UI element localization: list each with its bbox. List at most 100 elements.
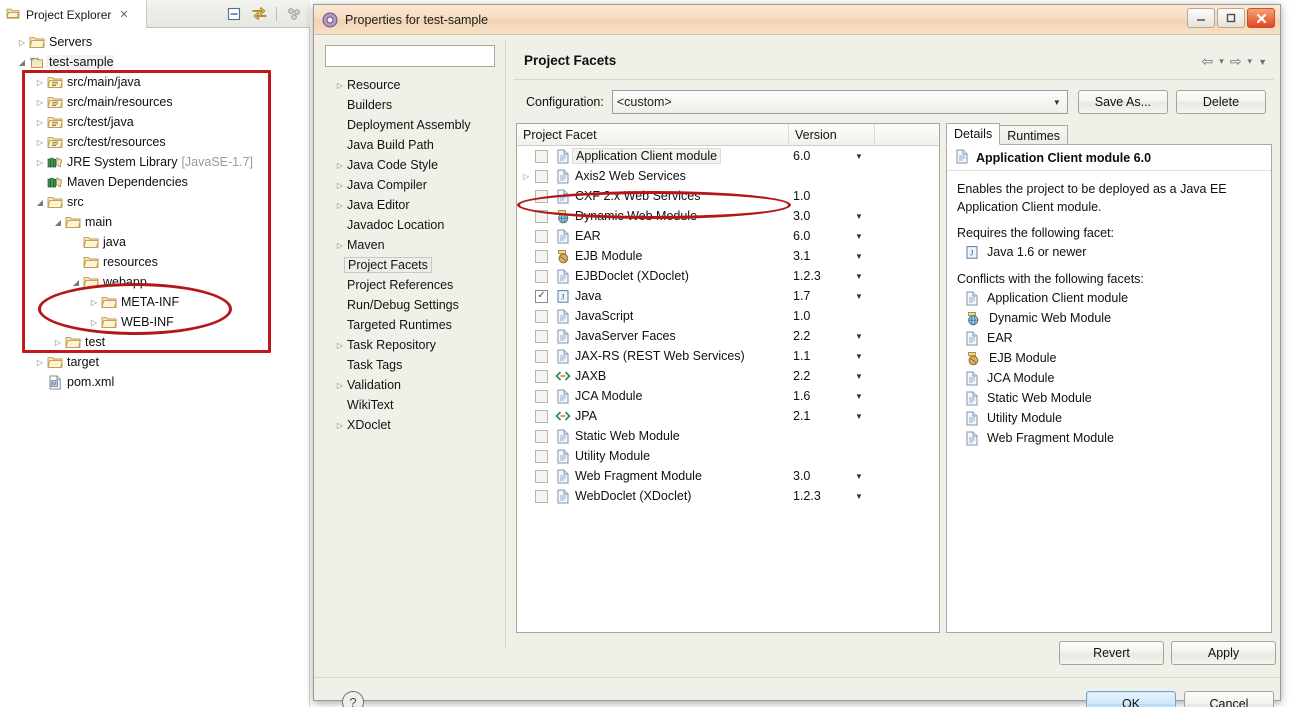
page-menu-icon[interactable]: ▼ bbox=[1257, 57, 1268, 67]
expand-arrow-icon[interactable]: ▷ bbox=[333, 161, 347, 170]
minimize-button[interactable] bbox=[1187, 8, 1215, 28]
facet-checkbox[interactable] bbox=[535, 190, 548, 203]
facet-row[interactable]: JAXB2.2▼ bbox=[517, 366, 939, 386]
revert-button[interactable]: Revert bbox=[1059, 641, 1164, 665]
facet-row[interactable]: EJBDoclet (XDoclet)1.2.3▼ bbox=[517, 266, 939, 286]
forward-dropdown-icon[interactable]: ▾ bbox=[1247, 56, 1254, 67]
settings-nav-item-run-debug-settings[interactable]: Run/Debug Settings bbox=[321, 295, 506, 315]
version-dropdown-icon[interactable]: ▼ bbox=[855, 212, 863, 221]
facet-checkbox[interactable] bbox=[535, 450, 548, 463]
tree-item-src-test-resources[interactable]: ▷src/test/resources bbox=[0, 132, 310, 152]
expand-arrow-icon[interactable]: ▷ bbox=[34, 92, 46, 112]
tree-item-jre-system-library[interactable]: ▷JRE System Library[JavaSE-1.7] bbox=[0, 152, 310, 172]
facet-row[interactable]: JCA Module1.6▼ bbox=[517, 386, 939, 406]
expand-arrow-icon[interactable]: ▷ bbox=[333, 421, 347, 430]
facet-row[interactable]: CXF 2.x Web Services1.0 bbox=[517, 186, 939, 206]
facet-checkbox[interactable] bbox=[535, 170, 548, 183]
tree-item-target[interactable]: ▷target bbox=[0, 352, 310, 372]
version-dropdown-icon[interactable]: ▼ bbox=[855, 372, 863, 381]
settings-nav-item-resource[interactable]: ▷Resource bbox=[321, 75, 506, 95]
expand-arrow-icon[interactable]: ▷ bbox=[333, 81, 347, 90]
tree-item-src-test-java[interactable]: ▷src/test/java bbox=[0, 112, 310, 132]
tab-project-explorer[interactable]: Project Explorer ✕ bbox=[0, 0, 147, 28]
column-header-version[interactable]: Version bbox=[789, 124, 875, 145]
tree-item-java[interactable]: java bbox=[0, 232, 310, 252]
expand-arrow-icon[interactable]: ▷ bbox=[333, 381, 347, 390]
expand-arrow-icon[interactable]: ▷ bbox=[34, 112, 46, 132]
tree-item-resources[interactable]: resources bbox=[0, 252, 310, 272]
facet-checkbox[interactable] bbox=[535, 390, 548, 403]
settings-nav-item-maven[interactable]: ▷Maven bbox=[321, 235, 506, 255]
collapse-arrow-icon[interactable]: ◢ bbox=[16, 52, 28, 72]
settings-nav-item-java-compiler[interactable]: ▷Java Compiler bbox=[321, 175, 506, 195]
collapse-arrow-icon[interactable]: ◢ bbox=[34, 192, 46, 212]
expand-arrow-icon[interactable]: ▷ bbox=[34, 352, 46, 372]
version-dropdown-icon[interactable]: ▼ bbox=[855, 492, 863, 501]
cancel-button[interactable]: Cancel bbox=[1184, 691, 1274, 707]
facet-row[interactable]: Dynamic Web Module3.0▼ bbox=[517, 206, 939, 226]
tree-item-src[interactable]: ◢src bbox=[0, 192, 310, 212]
facet-row[interactable]: JavaServer Faces2.2▼ bbox=[517, 326, 939, 346]
details-tabstrip[interactable]: DetailsRuntimes bbox=[946, 123, 1272, 145]
settings-nav-item-targeted-runtimes[interactable]: Targeted Runtimes bbox=[321, 315, 506, 335]
close-icon[interactable]: ✕ bbox=[119, 8, 128, 21]
column-header-facet[interactable]: Project Facet bbox=[517, 124, 789, 145]
version-dropdown-icon[interactable]: ▼ bbox=[855, 152, 863, 161]
facet-checkbox[interactable] bbox=[535, 330, 548, 343]
version-dropdown-icon[interactable]: ▼ bbox=[855, 272, 863, 281]
settings-nav-item-builders[interactable]: Builders bbox=[321, 95, 506, 115]
settings-nav-item-task-tags[interactable]: Task Tags bbox=[321, 355, 506, 375]
settings-nav-item-deployment-assembly[interactable]: Deployment Assembly bbox=[321, 115, 506, 135]
settings-nav-item-project-facets[interactable]: Project Facets bbox=[321, 255, 506, 275]
version-dropdown-icon[interactable]: ▼ bbox=[855, 292, 863, 301]
maximize-button[interactable] bbox=[1217, 8, 1245, 28]
settings-nav-item-java-code-style[interactable]: ▷Java Code Style bbox=[321, 155, 506, 175]
expand-arrow-icon[interactable]: ▷ bbox=[34, 152, 46, 172]
page-navigation-icons[interactable]: ⇦▾⇨▾▼ bbox=[1201, 53, 1268, 70]
facet-checkbox[interactable] bbox=[535, 210, 548, 223]
expand-arrow-icon[interactable]: ▷ bbox=[333, 241, 347, 250]
facet-row[interactable]: Application Client module6.0▼ bbox=[517, 146, 939, 166]
facet-checkbox[interactable] bbox=[535, 310, 548, 323]
tree-item-pom-xml[interactable]: Mpom.xml bbox=[0, 372, 310, 392]
facet-checkbox[interactable] bbox=[535, 430, 548, 443]
expand-arrow-icon[interactable]: ▷ bbox=[88, 312, 100, 332]
collapse-all-icon[interactable] bbox=[224, 4, 244, 24]
version-dropdown-icon[interactable]: ▼ bbox=[855, 352, 863, 361]
details-tab-details[interactable]: Details bbox=[946, 123, 1000, 145]
expand-arrow-icon[interactable]: ▷ bbox=[88, 292, 100, 312]
version-dropdown-icon[interactable]: ▼ bbox=[855, 232, 863, 241]
facet-checkbox[interactable] bbox=[535, 150, 548, 163]
settings-nav-item-wikitext[interactable]: WikiText bbox=[321, 395, 506, 415]
facet-row[interactable]: Utility Module bbox=[517, 446, 939, 466]
facet-checkbox[interactable] bbox=[535, 490, 548, 503]
expand-arrow-icon[interactable]: ▷ bbox=[34, 72, 46, 92]
dialog-titlebar[interactable]: Properties for test-sample bbox=[314, 5, 1280, 35]
facet-row[interactable]: EAR6.0▼ bbox=[517, 226, 939, 246]
facet-row[interactable]: ✓JJava1.7▼ bbox=[517, 286, 939, 306]
forward-arrow-icon[interactable]: ⇨ bbox=[1229, 53, 1243, 70]
settings-nav-item-validation[interactable]: ▷Validation bbox=[321, 375, 506, 395]
view-menu-icon[interactable] bbox=[284, 4, 304, 24]
details-tab-runtimes[interactable]: Runtimes bbox=[999, 125, 1068, 145]
ok-button[interactable]: OK bbox=[1086, 691, 1176, 707]
expand-arrow-icon[interactable]: ▷ bbox=[16, 32, 28, 52]
version-dropdown-icon[interactable]: ▼ bbox=[855, 332, 863, 341]
tree-item-test-sample[interactable]: ◢MJtest-sample bbox=[0, 52, 310, 72]
facet-row[interactable]: WebDoclet (XDoclet)1.2.3▼ bbox=[517, 486, 939, 506]
facet-row[interactable]: Static Web Module bbox=[517, 426, 939, 446]
filter-input[interactable] bbox=[325, 45, 495, 67]
collapse-arrow-icon[interactable]: ◢ bbox=[52, 212, 64, 232]
facet-checkbox[interactable] bbox=[535, 350, 548, 363]
facet-checkbox[interactable] bbox=[535, 410, 548, 423]
expand-arrow-icon[interactable]: ▷ bbox=[333, 201, 347, 210]
tree-item-webapp[interactable]: ◢webapp bbox=[0, 272, 310, 292]
facet-checkbox[interactable]: ✓ bbox=[535, 290, 548, 303]
delete-button[interactable]: Delete bbox=[1176, 90, 1266, 114]
tree-item-test[interactable]: ▷test bbox=[0, 332, 310, 352]
project-facets-table[interactable]: Project Facet Version Application Client… bbox=[516, 123, 940, 633]
facet-checkbox[interactable] bbox=[535, 470, 548, 483]
settings-nav-item-javadoc-location[interactable]: Javadoc Location bbox=[321, 215, 506, 235]
version-dropdown-icon[interactable]: ▼ bbox=[855, 412, 863, 421]
facet-checkbox[interactable] bbox=[535, 270, 548, 283]
